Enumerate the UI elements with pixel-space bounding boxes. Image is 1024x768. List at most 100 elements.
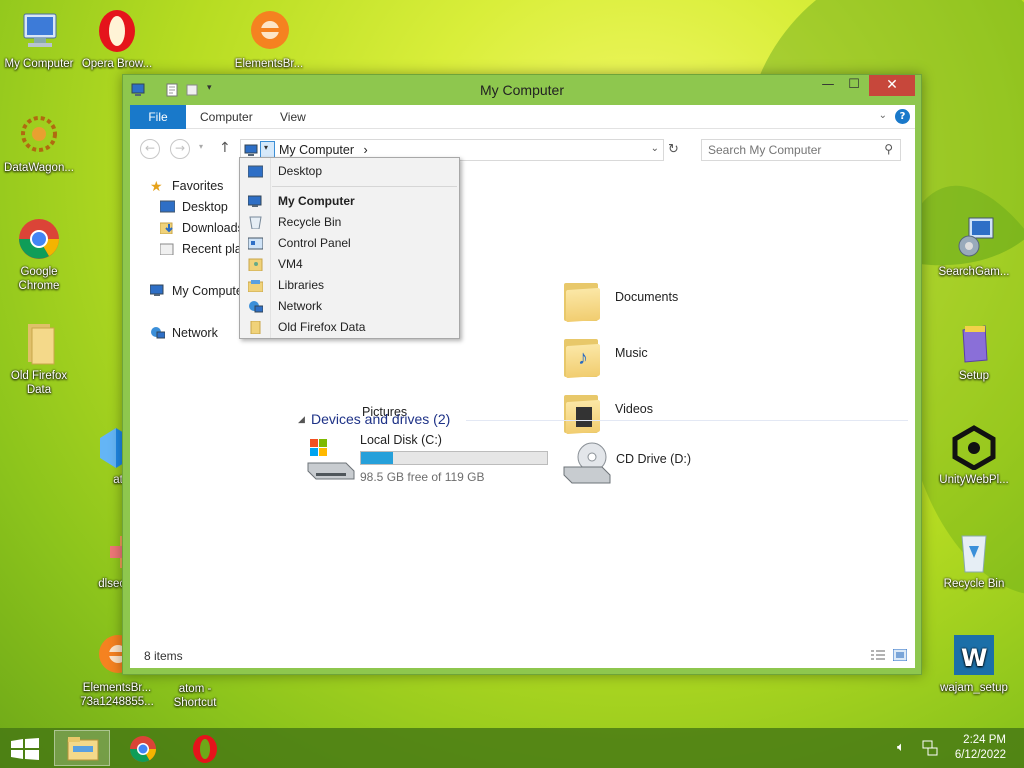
wajam-icon: W — [951, 632, 997, 678]
chrome-desktop-icon[interactable]: Google Chrome — [0, 216, 78, 293]
unitywebpl-desktop-icon[interactable]: UnityWebPl... — [935, 424, 1013, 487]
setup-desktop-icon[interactable]: Setup — [935, 320, 1013, 383]
large-icons-view-icon[interactable] — [893, 649, 907, 661]
menu-item-control-panel[interactable]: Control Panel — [240, 233, 459, 254]
start-button[interactable] — [0, 730, 50, 766]
tab-file[interactable]: File — [130, 105, 186, 129]
file-explorer-icon — [67, 737, 99, 761]
nav-my-computer[interactable]: My Computer — [150, 281, 247, 301]
nav-desktop[interactable]: Desktop — [160, 197, 228, 217]
opera-icon — [94, 8, 140, 54]
chevron-down-icon[interactable]: ⌄ — [879, 110, 887, 121]
breadcrumb[interactable]: My Computer › — [279, 143, 368, 157]
svg-text:W: W — [961, 644, 987, 672]
drive-cd-d[interactable]: CD Drive (D:) — [562, 439, 742, 489]
refresh-icon[interactable]: ↻ — [668, 142, 679, 157]
wajam-setup-desktop-icon[interactable]: W wajam_setup — [935, 632, 1013, 695]
menu-item-recycle-bin[interactable]: Recycle Bin — [240, 212, 459, 233]
opera-icon — [193, 735, 217, 763]
devices-section-heading[interactable]: Devices and drives (2) — [311, 411, 450, 427]
network-icon — [249, 301, 263, 313]
system-clock[interactable]: 2:24 PM 6/12/2022 — [955, 733, 1006, 763]
libraries-icon — [248, 280, 263, 292]
details-view-icon[interactable] — [871, 649, 885, 661]
folder-icon — [562, 279, 600, 323]
computer-icon — [244, 144, 258, 156]
maximize-button[interactable]: ☐ — [841, 75, 867, 96]
folder-icon — [250, 321, 261, 334]
folder-music[interactable]: ♪ Music — [562, 335, 742, 383]
desktop-icon — [160, 200, 175, 213]
search-box[interactable]: ⚲ — [701, 139, 901, 161]
videos-folder-icon — [562, 391, 600, 435]
close-button[interactable]: ✕ — [869, 75, 915, 96]
up-button[interactable]: ↑ — [219, 140, 231, 156]
nav-network[interactable]: Network — [150, 323, 218, 343]
user-folder-icon — [248, 258, 263, 271]
taskbar-chrome[interactable] — [118, 730, 168, 766]
folder-videos[interactable]: Videos — [562, 391, 742, 439]
search-icon[interactable]: ⚲ — [884, 142, 893, 156]
my-computer-desktop-icon[interactable]: My Computer — [0, 8, 78, 71]
forward-button[interactable]: → — [170, 139, 190, 159]
elements-icon — [246, 8, 292, 54]
ribbon-tabs: File Computer View ⌄ ? — [130, 105, 915, 129]
windows-logo-icon — [11, 738, 39, 760]
menu-item-network[interactable]: Network — [240, 296, 459, 317]
minimize-button[interactable]: — — [815, 75, 841, 96]
desktop-icon — [248, 165, 263, 178]
taskbar-file-explorer[interactable] — [54, 730, 110, 766]
disk-usage-bar — [360, 451, 548, 465]
taskbar: 🔈︎ 2:24 PM 6/12/2022 — [0, 728, 1024, 768]
chrome-icon — [130, 736, 156, 762]
nav-favorites[interactable]: ★ Favorites — [150, 176, 223, 196]
menu-item-desktop[interactable]: Desktop — [240, 161, 459, 182]
chrome-icon — [16, 216, 62, 262]
title-bar[interactable]: ▾ My Computer — ☐ ✕ — [123, 75, 921, 105]
recent-places-icon — [160, 243, 174, 255]
nav-downloads[interactable]: Downloads — [160, 218, 244, 238]
menu-item-vm4[interactable]: VM4 — [240, 254, 459, 275]
atom-shortcut-desktop-icon[interactable]: atom - Shortcut — [156, 676, 234, 710]
tab-view[interactable]: View — [280, 105, 306, 129]
datawagon-icon — [16, 112, 62, 158]
volume-muted-icon[interactable]: 🔈︎ — [897, 740, 905, 755]
network-icon — [151, 327, 165, 339]
cd-drive-icon — [563, 442, 611, 484]
music-folder-icon: ♪ — [562, 335, 600, 379]
network-tray-icon[interactable] — [922, 740, 938, 756]
search-input[interactable] — [708, 143, 873, 157]
folder-documents[interactable]: Documents — [562, 279, 742, 327]
tab-computer[interactable]: Computer — [200, 105, 253, 129]
recycle-bin-icon — [249, 216, 262, 229]
back-button[interactable]: ← — [140, 139, 160, 159]
computer-icon — [150, 284, 164, 296]
datawagon-desktop-icon[interactable]: DataWagon... — [0, 112, 78, 175]
recycle-bin-icon — [951, 528, 997, 574]
computer-icon — [16, 8, 62, 54]
menu-item-my-computer[interactable]: My Computer — [240, 191, 459, 212]
menu-item-old-firefox-data[interactable]: Old Firefox Data — [240, 317, 459, 338]
elementsbr-desktop-icon[interactable]: ElementsBr... — [230, 8, 308, 71]
address-history-icon[interactable]: ⌄ — [651, 143, 659, 154]
computer-icon — [248, 195, 262, 207]
unity-icon — [951, 424, 997, 471]
star-icon: ★ — [150, 178, 163, 194]
disk-usage-fill — [361, 452, 393, 464]
opera-desktop-icon[interactable]: Opera Brow... — [78, 8, 156, 71]
taskbar-opera[interactable] — [180, 730, 230, 766]
collapse-section-icon[interactable]: ◢ — [298, 415, 305, 425]
drive-local-disk-c[interactable]: Local Disk (C:) 98.5 GB free of 119 GB — [306, 433, 556, 489]
menu-item-libraries[interactable]: Libraries — [240, 275, 459, 296]
recent-locations-icon[interactable]: ▾ — [199, 142, 203, 151]
recycle-bin-desktop-icon[interactable]: Recycle Bin — [935, 528, 1013, 591]
searchgam-desktop-icon[interactable]: SearchGam... — [935, 216, 1013, 279]
help-icon[interactable]: ? — [895, 109, 910, 124]
control-panel-icon — [248, 237, 263, 250]
installer-icon — [951, 216, 997, 262]
setup-icon — [951, 320, 997, 366]
old-firefox-data-desktop-icon[interactable]: Old Firefox Data — [0, 320, 78, 397]
hard-drive-icon — [307, 439, 355, 480]
downloads-icon — [160, 222, 173, 234]
section-divider — [466, 420, 908, 421]
